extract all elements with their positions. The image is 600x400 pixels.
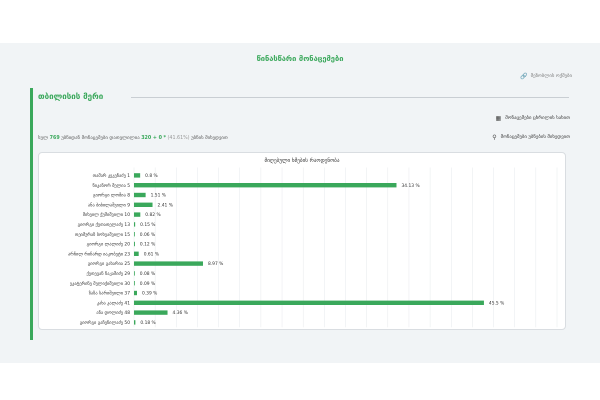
bar[interactable] (134, 173, 141, 178)
bar[interactable] (134, 183, 397, 188)
precinct-view-link[interactable]: ⚲ მონაცემები უბნების მიხედვით (492, 134, 570, 141)
bar[interactable] (134, 261, 203, 266)
value-label: 0.09 % (140, 281, 155, 287)
category-label: ქეთევან ნაკაშიძე 29 (87, 270, 131, 277)
map-pin-icon: ⚲ (492, 134, 497, 141)
value-label: 45.5 % (489, 300, 504, 306)
category-label: ანა ბიბილაშვილი 9 (88, 201, 130, 208)
value-label: 2.41 % (158, 202, 173, 208)
bar[interactable] (134, 212, 141, 217)
table-view-label: მონაცემები ცხრილის სახით (505, 116, 570, 121)
category-label: გიორგი გახარია 25 (88, 260, 130, 267)
value-label: 0.18 % (140, 320, 155, 326)
value-label: 4.36 % (173, 310, 188, 316)
summary-star: * (163, 136, 166, 141)
link-icon: 🔗 (520, 73, 528, 80)
category-label: ანა დოლიძე 48 (96, 309, 130, 316)
category-label: გიორგი ქუთათელაძე 13 (78, 221, 131, 228)
section-divider (131, 97, 569, 98)
bar[interactable] (134, 320, 136, 325)
bar[interactable] (134, 310, 168, 315)
category-label: გიორგი ლალიძე 20 (87, 241, 131, 248)
category-label: ნიკანორ მელია 5 (92, 182, 130, 189)
category-label: გიორგი გაჩეჩილაძე 50 (80, 319, 130, 326)
category-label: გიორგი ლომია 8 (93, 192, 130, 199)
category-label: თამარ კეკენაძე 1 (93, 172, 131, 179)
value-label: 0.8 % (145, 173, 158, 179)
chart-card: მიღებული ხმების რაოდენობა თამარ კეკენაძე… (38, 152, 566, 330)
summary-prefix: სულ (38, 136, 49, 141)
bar[interactable] (134, 281, 135, 286)
summary-suffix: უბნის მიხედვით (191, 136, 228, 141)
value-label: 0.08 % (140, 271, 155, 277)
print-protocols-label: მეზობლის ოქმები (530, 74, 572, 79)
value-label: 0.39 % (142, 291, 157, 297)
category-label: ეკატერინე მელიქიშვილი 30 (70, 280, 130, 287)
print-protocols-link[interactable]: 🔗 მეზობლის ოქმები (520, 73, 572, 80)
category-label: კახა კალაძე 41 (97, 299, 130, 306)
value-label: 0.82 % (145, 212, 160, 218)
table-view-link[interactable]: ▦ მონაცემები ცხრილის სახით (496, 115, 570, 122)
votes-bar-chart: თამარ კეკენაძე 1 0.8 % ნიკანორ მელია 5 34.1… (68, 167, 558, 328)
table-icon: ▦ (495, 115, 502, 122)
bar[interactable] (134, 241, 135, 247)
bar[interactable] (134, 271, 135, 276)
bar[interactable] (134, 300, 484, 305)
bar[interactable] (134, 192, 146, 198)
category-label: არჩილ რიჩარდ იაკობეტი 23 (68, 250, 130, 257)
value-label: 1.51 % (151, 193, 166, 199)
value-label: 34.13 % (401, 183, 419, 189)
section-accent-bar (30, 88, 33, 340)
bar[interactable] (134, 222, 136, 227)
value-label: 0.61 % (144, 251, 159, 257)
category-label: ზაზა სარიშვილი 37 (89, 290, 130, 297)
bar[interactable] (134, 202, 153, 207)
value-label: 0.15 % (140, 222, 155, 228)
category-label: თეიმურაზ ბოხუაშვილი 15 (75, 231, 130, 238)
value-label: 0.12 % (140, 242, 155, 248)
bar[interactable] (134, 290, 137, 296)
summary-mid: უბნიდან მონაცემები დათვლილია (61, 136, 140, 141)
summary-percent: (41.61%) (167, 136, 190, 141)
bar[interactable] (134, 251, 139, 256)
category-label: მიხეილ ქუშიშვილი 10 (83, 211, 130, 218)
section-title: თბილისის მერი (38, 92, 104, 101)
value-label: 0.06 % (140, 232, 155, 238)
value-label: 8.97 % (208, 261, 223, 267)
precinct-view-label: მონაცემები უბნების მიხედვით (500, 135, 570, 140)
summary-counted: 320 + 0 (141, 136, 162, 141)
summary-line: სულ 769 უბნიდან მონაცემები დათვლილია 320… (38, 136, 228, 141)
summary-total: 769 (49, 136, 60, 141)
bar[interactable] (134, 232, 135, 237)
page-title: წინასწარი მონაცემები (256, 54, 344, 63)
